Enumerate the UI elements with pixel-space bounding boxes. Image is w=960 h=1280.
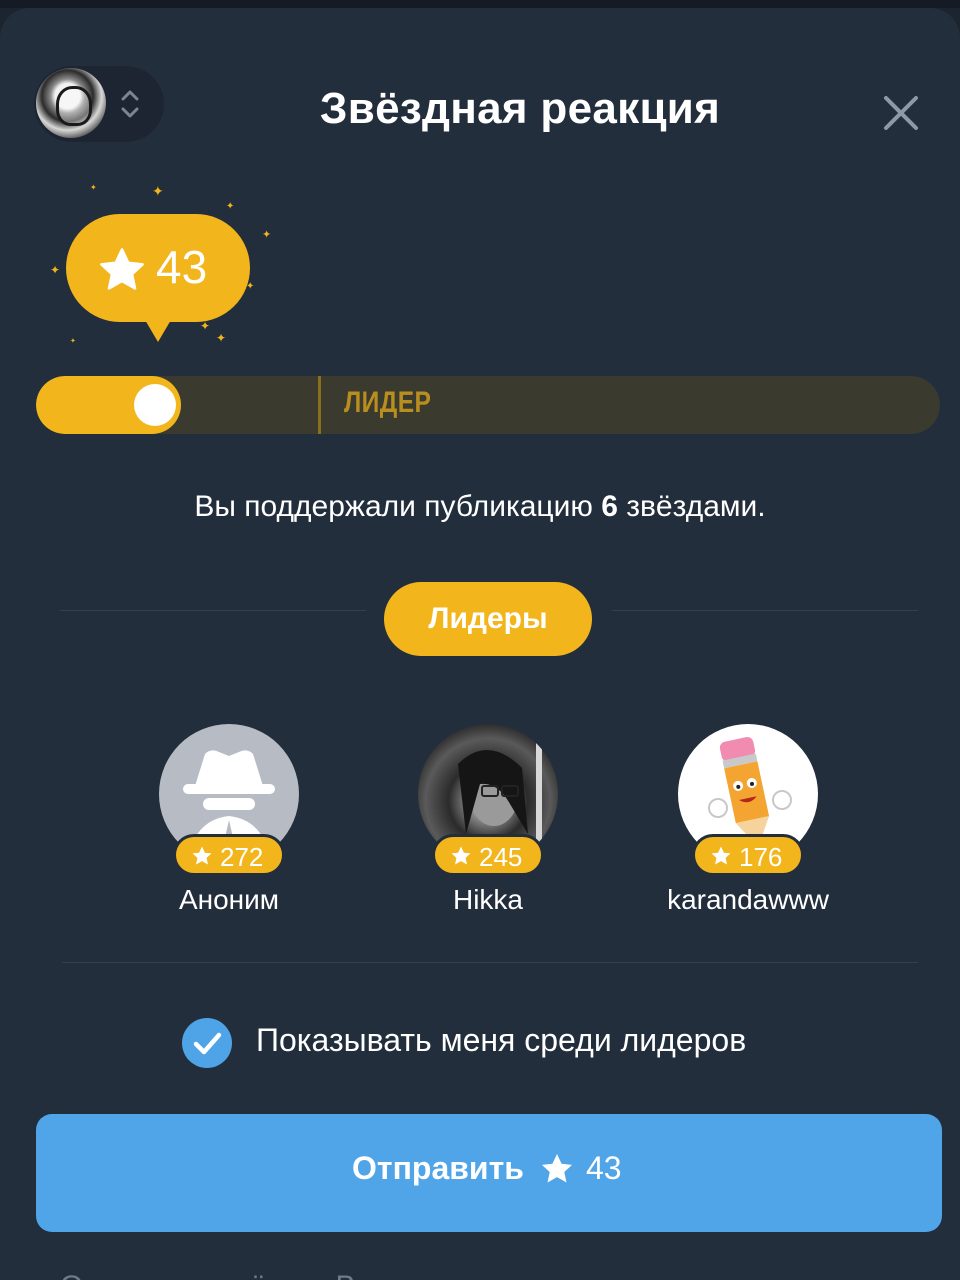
star-icon	[711, 846, 731, 865]
leaders-heading: Лидеры	[384, 582, 592, 656]
star-count: 245	[479, 842, 523, 872]
send-button-amount: 43	[586, 1150, 622, 1186]
leader-threshold-marker	[318, 376, 321, 434]
avatar	[36, 68, 106, 138]
window-top-strip	[0, 0, 960, 8]
star-count: 176	[739, 842, 783, 872]
leader-item[interactable]: 176 karandawww	[638, 724, 858, 915]
star-badge: 272	[173, 834, 285, 876]
terms-prefix: Отправляя звёзды, Вы принимаете	[60, 1270, 551, 1280]
checkmark-icon	[193, 1032, 222, 1055]
leader-name: Аноним	[178, 884, 280, 915]
star-badge: 176	[692, 834, 804, 876]
divider	[62, 962, 918, 963]
divider-right	[612, 610, 918, 611]
star-badge: 245	[432, 834, 544, 876]
support-suffix: звёздами.	[626, 490, 766, 523]
show-me-checkbox[interactable]	[182, 1018, 232, 1068]
bubble-tail	[138, 308, 178, 342]
send-button-label: Отправить	[352, 1150, 524, 1186]
support-summary: Вы поддержали публикацию 6 звёздами.	[0, 490, 960, 524]
account-switcher[interactable]	[34, 66, 164, 142]
support-count: 6	[601, 490, 618, 523]
terms-link[interactable]: условия	[560, 1270, 673, 1280]
star-icon	[192, 846, 212, 865]
terms-text: Отправляя звёзды, Вы принимаете условия …	[60, 1270, 940, 1280]
slider-thumb[interactable]	[134, 384, 176, 426]
close-icon[interactable]	[880, 92, 922, 134]
page-title: Звёздная реакция	[319, 84, 721, 133]
leader-threshold-label: ЛИДЕР	[344, 386, 432, 419]
show-me-label[interactable]: Показывать меня среди лидеров	[256, 1022, 746, 1059]
leader-name: karandawww	[667, 884, 829, 915]
star-icon	[100, 248, 144, 290]
chevron-up-down-icon	[121, 90, 139, 118]
star-count: 272	[220, 842, 264, 872]
star-reaction-sheet: Звёздная реакция ✦ ✦ ✦ ✦ ✦ ✦ ✦ ✦ ✦ ✦ ✦ ✦…	[0, 8, 960, 1280]
leader-name: Hikka	[452, 884, 523, 915]
leader-item[interactable]: 272 Аноним	[119, 724, 339, 915]
star-icon	[541, 1153, 573, 1183]
star-amount: 43	[156, 241, 208, 293]
leader-item[interactable]: 245 Hikka	[378, 724, 598, 915]
support-prefix: Вы поддержали публикацию	[194, 490, 593, 523]
divider-left	[60, 610, 366, 611]
star-icon	[451, 846, 471, 865]
terms-suffix: их покупки и	[681, 1270, 854, 1280]
